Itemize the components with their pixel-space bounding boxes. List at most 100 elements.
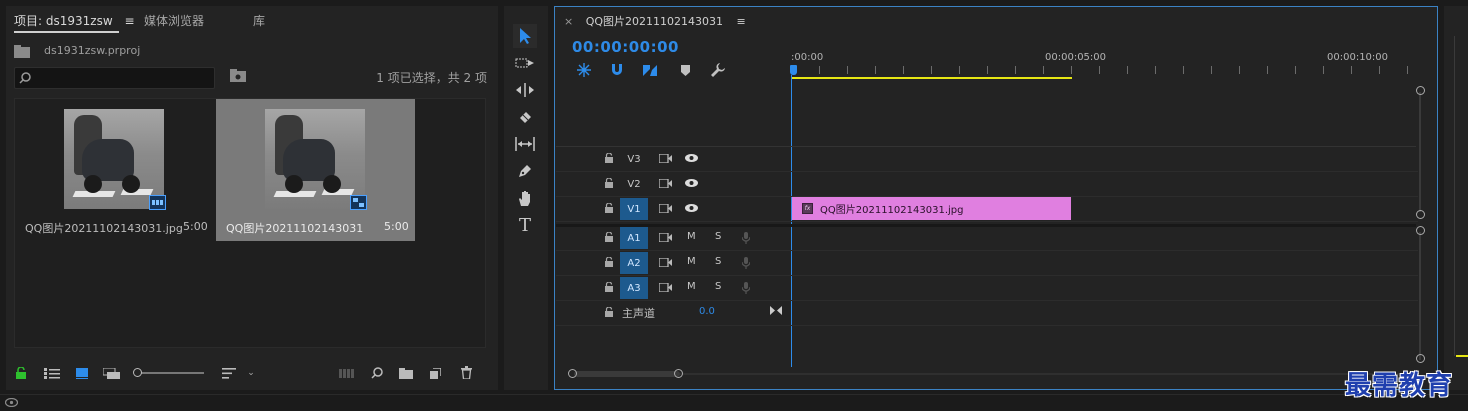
search-field[interactable] <box>14 67 215 89</box>
new-item-icon[interactable] <box>428 366 442 380</box>
track-label[interactable]: V2 <box>620 173 648 195</box>
solo-button[interactable]: S <box>715 256 721 267</box>
toggle-sync-lock-icon[interactable] <box>658 152 672 164</box>
track-label[interactable]: A1 <box>620 227 648 249</box>
wrench-icon[interactable] <box>710 62 726 78</box>
lock-track-icon[interactable] <box>604 256 614 268</box>
scroll-handle-top[interactable] <box>1416 226 1425 235</box>
linked-selection-icon[interactable] <box>642 63 658 77</box>
microphone-icon[interactable] <box>740 231 752 245</box>
mute-button[interactable]: M <box>687 231 696 242</box>
toggle-sync-lock-icon[interactable] <box>658 231 672 243</box>
panel-menu-icon[interactable]: ≡ <box>737 15 746 28</box>
lock-track-icon[interactable] <box>604 202 614 214</box>
item-name: QQ图片20211102143031.jpg <box>25 222 183 235</box>
time-ruler-ticks[interactable] <box>791 66 1413 74</box>
lock-icon[interactable] <box>14 366 28 380</box>
track-select-tool-icon[interactable] <box>513 51 537 75</box>
close-tab-icon[interactable]: × <box>564 15 573 28</box>
lock-track-icon[interactable] <box>604 306 614 318</box>
tab-project-label: 项目: ds1931zsw <box>14 14 113 28</box>
mute-button[interactable]: M <box>687 256 696 267</box>
ripple-edit-tool-icon[interactable] <box>513 78 537 102</box>
selection-tool-icon[interactable] <box>513 24 537 48</box>
go-to-edit-point-icon[interactable] <box>769 304 783 316</box>
audio-scrollbar[interactable] <box>1415 226 1425 366</box>
type-tool-icon[interactable]: T <box>513 213 537 237</box>
video-scrollbar[interactable] <box>1415 86 1425 220</box>
item-duration: 5:00 <box>183 220 208 233</box>
ruler-label: 00:00:05:00 <box>1045 52 1107 63</box>
toggle-sync-lock-icon[interactable] <box>658 202 672 214</box>
pen-tool-icon[interactable] <box>513 159 537 183</box>
lock-track-icon[interactable] <box>604 177 614 189</box>
tab-project[interactable]: 项目: ds1931zsw ≡ <box>14 12 135 29</box>
chevron-down-icon[interactable]: ⌄ <box>245 366 257 380</box>
automate-to-sequence-icon[interactable] <box>338 366 356 380</box>
audio-meter-marker <box>1456 355 1468 357</box>
lock-track-icon[interactable] <box>604 231 614 243</box>
video-track-v2[interactable]: V2 <box>556 172 1418 197</box>
new-bin-icon[interactable] <box>398 366 414 380</box>
audio-track-a1[interactable]: A1 M S <box>556 226 1418 251</box>
hand-tool-icon[interactable] <box>513 186 537 210</box>
icon-view-icon[interactable] <box>74 366 90 380</box>
audio-track-a2[interactable]: A2 M S <box>556 251 1418 276</box>
lock-track-icon[interactable] <box>604 152 614 164</box>
zoom-slider-handle[interactable] <box>133 368 142 377</box>
toggle-sync-lock-icon[interactable] <box>658 177 672 189</box>
sort-icons-icon[interactable] <box>220 366 238 380</box>
toggle-track-output-eye-icon[interactable] <box>684 152 698 164</box>
tab-media-browser[interactable]: 媒体浏览器 <box>144 12 204 29</box>
list-view-icon[interactable] <box>43 366 61 380</box>
lock-track-icon[interactable] <box>604 281 614 293</box>
microphone-icon[interactable] <box>740 281 752 295</box>
track-label[interactable]: A2 <box>620 252 648 274</box>
toggle-track-output-eye-icon[interactable] <box>684 202 698 214</box>
toggle-track-output-eye-icon[interactable] <box>684 177 698 189</box>
slip-tool-icon[interactable] <box>513 132 537 156</box>
track-label[interactable]: A3 <box>620 277 648 299</box>
fx-badge-label: fx <box>804 205 811 212</box>
timeline-clip[interactable]: fx QQ图片20211102143031.jpg <box>792 197 1071 220</box>
project-item-selected[interactable]: QQ图片20211102143031 5:00 <box>216 99 415 241</box>
panel-menu-icon[interactable]: ≡ <box>124 14 134 28</box>
solo-button[interactable]: S <box>715 231 721 242</box>
freeform-view-icon[interactable] <box>102 366 122 380</box>
zoom-handle-left[interactable] <box>568 369 577 378</box>
scroll-handle-top[interactable] <box>1416 86 1425 95</box>
audio-track-a3[interactable]: A3 M S <box>556 276 1418 301</box>
zoom-handle-right[interactable] <box>674 369 683 378</box>
master-track[interactable]: 主声道 0.0 <box>556 301 1418 326</box>
nest-sequence-icon[interactable] <box>576 63 592 77</box>
razor-tool-icon[interactable] <box>513 105 537 129</box>
status-bar <box>0 394 1468 411</box>
master-volume-value[interactable]: 0.0 <box>699 306 715 317</box>
track-label[interactable]: V3 <box>620 148 648 170</box>
trash-icon[interactable] <box>459 365 473 380</box>
add-marker-icon[interactable] <box>678 63 692 77</box>
snap-magnet-icon[interactable] <box>609 63 625 77</box>
playhead-handle[interactable] <box>790 65 797 75</box>
timeline-zoom-scrollbar[interactable] <box>568 368 1426 380</box>
scroll-handle-bottom[interactable] <box>1416 210 1425 219</box>
track-label[interactable]: V1 <box>620 198 648 220</box>
toggle-sync-lock-icon[interactable] <box>658 256 672 268</box>
search-input[interactable] <box>35 69 209 87</box>
work-area-bar[interactable] <box>791 77 1072 79</box>
mute-button[interactable]: M <box>687 281 696 292</box>
toggle-sync-lock-icon[interactable] <box>658 281 672 293</box>
scroll-handle-bottom[interactable] <box>1416 354 1425 363</box>
new-bin-from-search-icon[interactable] <box>230 68 246 82</box>
tab-library[interactable]: 库 <box>253 12 265 29</box>
sequence-badge-icon <box>350 195 367 210</box>
playhead-timecode[interactable]: 00:00:00:00 <box>572 38 679 56</box>
project-item[interactable]: QQ图片20211102143031.jpg 5:00 <box>15 99 215 241</box>
microphone-icon[interactable] <box>740 256 752 270</box>
creative-cloud-sync-icon[interactable] <box>4 396 18 408</box>
find-icon[interactable] <box>370 366 384 380</box>
video-track-v3[interactable]: V3 <box>556 147 1418 172</box>
timeline-tab[interactable]: × QQ图片20211102143031 ≡ <box>564 13 746 29</box>
zoom-slider[interactable] <box>133 368 204 377</box>
solo-button[interactable]: S <box>715 281 721 292</box>
